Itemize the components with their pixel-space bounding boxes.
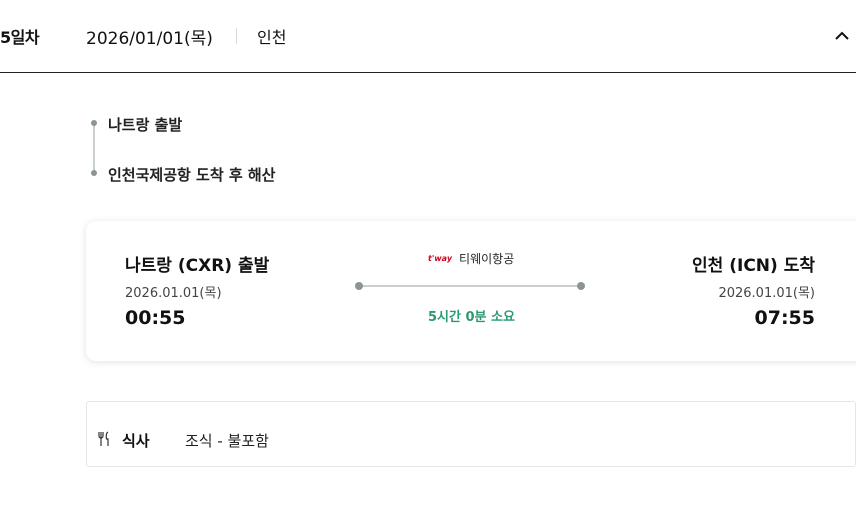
departure-date: 2026.01.01(목) xyxy=(125,286,222,301)
timeline-dot xyxy=(91,120,97,126)
timeline-item: 인천국제공항 도착 후 해산 xyxy=(108,166,276,184)
route-start-dot xyxy=(355,282,363,290)
airline-info: t'way 티웨이항공 xyxy=(428,250,514,267)
departure-time: 00:55 xyxy=(125,307,186,329)
flight-duration: 5시간 0분 소요 xyxy=(428,310,515,325)
fork-knife-icon xyxy=(96,431,112,447)
timeline-item: 나트랑 출발 xyxy=(108,116,183,134)
day-date: 2026/01/01(목) xyxy=(86,29,213,49)
route-end-dot xyxy=(577,282,585,290)
arrival-title: 인천 (ICN) 도착 xyxy=(692,256,815,276)
itinerary-timeline: 나트랑 출발 인천국제공항 도착 후 해산 xyxy=(86,108,486,188)
timeline-line xyxy=(93,122,95,172)
flight-card: 나트랑 (CXR) 출발 2026.01.01(목) 00:55 t'way 티… xyxy=(86,221,856,361)
route-line xyxy=(358,285,582,287)
airline-logo: t'way xyxy=(428,254,453,263)
departure-title: 나트랑 (CXR) 출발 xyxy=(125,256,270,276)
day-city: 인천 xyxy=(257,28,287,47)
day-header[interactable]: 5일차 2026/01/01(목) 인천 xyxy=(0,0,856,73)
airline-name: 티웨이항공 xyxy=(459,252,515,266)
meal-value: 조식 - 불포함 xyxy=(185,432,269,450)
chevron-up-icon[interactable] xyxy=(830,24,854,48)
meal-info: 식사 조식 - 불포함 xyxy=(86,401,856,467)
arrival-date: 2026.01.01(목) xyxy=(718,286,815,301)
timeline-dot xyxy=(91,170,97,176)
meal-label: 식사 xyxy=(122,432,150,450)
divider xyxy=(236,28,237,44)
arrival-time: 07:55 xyxy=(754,307,815,329)
day-label: 5일차 xyxy=(0,28,40,47)
